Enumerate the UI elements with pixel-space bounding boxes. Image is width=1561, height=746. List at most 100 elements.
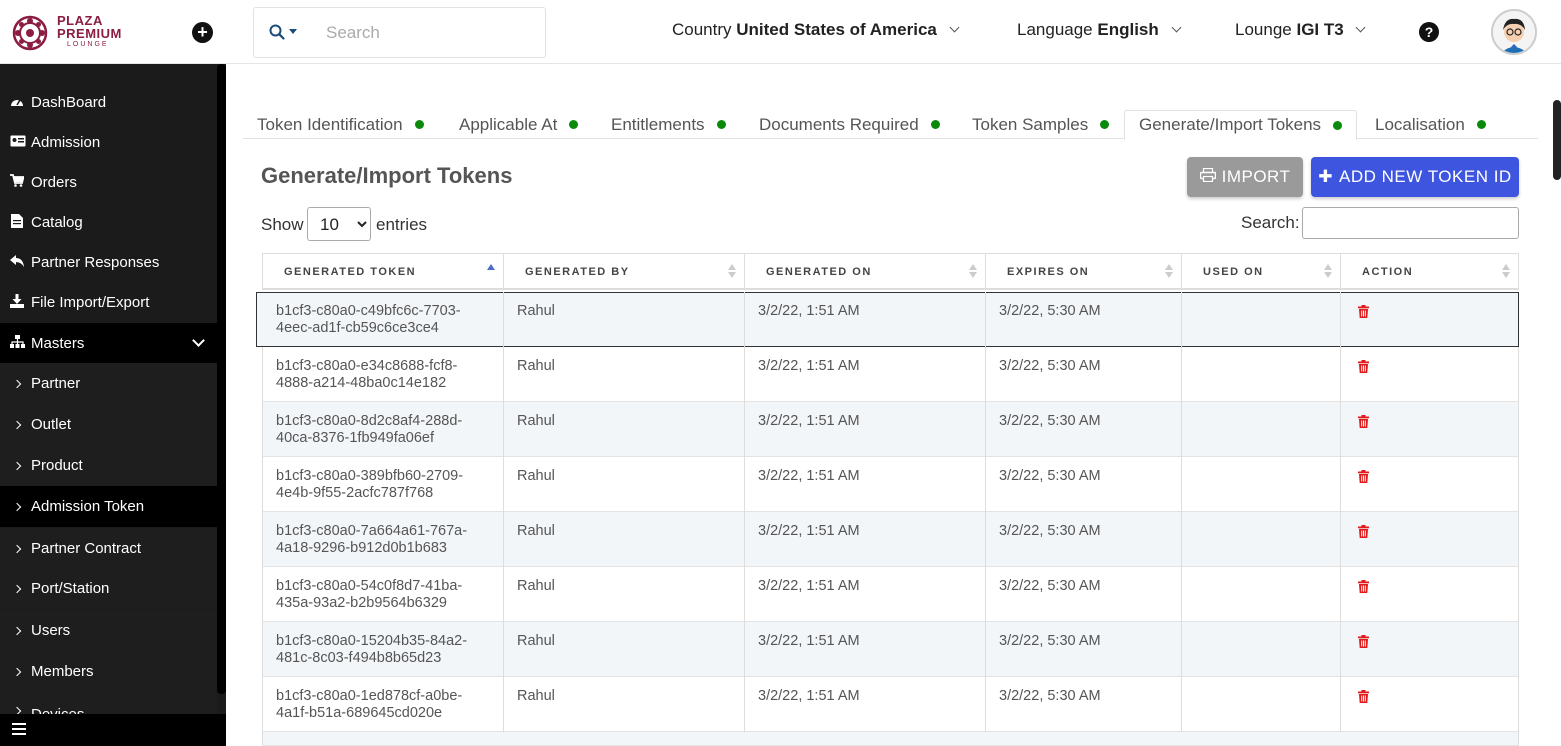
search-icon[interactable] bbox=[269, 24, 285, 40]
cell-generated-by: Rahul bbox=[504, 677, 745, 732]
table-row[interactable]: b1cf3-c80a0-54c0f8d7-41ba- 435a-93a2-b2b9… bbox=[262, 567, 1519, 622]
column-header-expires-on[interactable]: EXPIRES ON bbox=[986, 254, 1182, 289]
sidebar-item-orders[interactable]: Orders bbox=[0, 162, 217, 202]
trash-icon[interactable] bbox=[1358, 305, 1369, 322]
token-line-2: 4a18-9296-b912d0b1b683 bbox=[276, 540, 447, 556]
sort-icon bbox=[1502, 264, 1510, 280]
sidebar-item-file-import-export[interactable]: File Import/Export bbox=[0, 282, 217, 322]
plus-circle-icon[interactable]: + bbox=[192, 22, 213, 43]
add-button-label: ADD NEW TOKEN ID bbox=[1339, 167, 1512, 186]
tab-token-samples[interactable]: Token Samples bbox=[958, 110, 1123, 139]
sitemap-icon bbox=[10, 335, 25, 351]
token-line-1: b1cf3-c80a0-15204b35-84a2- bbox=[276, 633, 468, 649]
sidebar-item-catalog[interactable]: Catalog bbox=[0, 202, 217, 242]
table-header: GENERATED TOKEN GENERATED BY GENERATED O… bbox=[262, 253, 1519, 290]
top-bar: PLAZA PREMIUM LOUNGE + Country United St… bbox=[0, 0, 1561, 64]
sidebar-item-label: Orders bbox=[31, 173, 77, 191]
language-value: English bbox=[1097, 20, 1159, 39]
hamburger-menu-icon[interactable] bbox=[12, 723, 26, 738]
table-row[interactable]: b1cf3-c80a0-e34c8688-fcf8- 4888-a214-48ba… bbox=[262, 347, 1519, 402]
cell-generated-by: Rahul bbox=[504, 292, 745, 347]
sidebar-subitem-devices[interactable]: Devices bbox=[0, 692, 217, 714]
trash-icon[interactable] bbox=[1358, 415, 1369, 432]
sidebar-subitem-members[interactable]: Members bbox=[0, 651, 217, 692]
column-header-used-on[interactable]: USED ON bbox=[1182, 254, 1341, 289]
trash-icon[interactable] bbox=[1358, 360, 1369, 377]
tab-applicable-at[interactable]: Applicable At bbox=[445, 110, 592, 139]
chevron-down-icon[interactable] bbox=[192, 334, 205, 347]
token-line-1: b1cf3-c80a0-54c0f8d7-41ba- bbox=[276, 578, 463, 594]
tab-generate-import-tokens[interactable]: Generate/Import Tokens bbox=[1124, 110, 1358, 140]
token-line-2: 4eec-ad1f-cb59c6ce3ce4 bbox=[276, 320, 439, 336]
sidebar-item-admission[interactable]: Admission bbox=[0, 122, 217, 162]
table-row[interactable]: b1cf3-c80a0-7a664a61-767a- 4a18-9296-b912… bbox=[262, 512, 1519, 567]
cell-generated-by: Rahul bbox=[504, 567, 745, 622]
token-line-1: b1cf3-c80a0-8d2c8af4-288d- bbox=[276, 413, 463, 429]
reply-icon bbox=[10, 254, 24, 270]
sidebar-subitem-product[interactable]: Product bbox=[0, 445, 217, 486]
column-header-generated-token[interactable]: GENERATED TOKEN bbox=[263, 254, 504, 289]
chevron-right-icon bbox=[12, 420, 22, 429]
table-row[interactable]: b1cf3-c80a0-c49bfc6c-7703- 4eec-ad1f-cb59… bbox=[256, 292, 1519, 347]
sidebar-subitem-port-station[interactable]: Port/Station bbox=[0, 568, 217, 609]
add-new-token-button[interactable]: ✚ ADD NEW TOKEN ID bbox=[1311, 157, 1519, 197]
sidebar-item-masters[interactable]: Masters bbox=[0, 323, 217, 363]
cell-generated-token: b1cf3-c80a0-7a664a61-767a- 4a18-9296-b912… bbox=[263, 512, 504, 567]
tab-token-identification[interactable]: Token Identification bbox=[243, 110, 438, 139]
chevron-down-icon[interactable] bbox=[289, 29, 297, 34]
sidebar-subitem-label: Outlet bbox=[31, 416, 72, 433]
column-header-label: USED ON bbox=[1203, 265, 1264, 278]
plus-icon: ✚ bbox=[1318, 167, 1334, 186]
sidebar-subitem-partner[interactable]: Partner bbox=[0, 363, 217, 404]
token-line-2: 435a-93a2-b2b9564b6329 bbox=[276, 595, 447, 611]
sidebar-item-dashboard[interactable]: DashBoard bbox=[0, 82, 217, 122]
sidebar-subitem-outlet[interactable]: Outlet bbox=[0, 404, 217, 445]
sidebar-subitem-users[interactable]: Users bbox=[0, 610, 217, 651]
avatar[interactable] bbox=[1491, 9, 1537, 55]
sidebar-subitem-admission-token[interactable]: Admission Token bbox=[0, 486, 217, 527]
table-search-label: Search: bbox=[1241, 213, 1300, 232]
trash-icon[interactable] bbox=[1358, 470, 1369, 487]
table-row[interactable]: b1cf3-c80a0-1ed878cf-a0be- 4a1f-b51a-6896… bbox=[262, 677, 1519, 732]
trash-icon[interactable] bbox=[1358, 635, 1369, 652]
column-header-generated-on[interactable]: GENERATED ON bbox=[745, 254, 986, 289]
tab-localisation[interactable]: Localisation bbox=[1361, 110, 1500, 139]
trash-icon[interactable] bbox=[1358, 525, 1369, 542]
token-line-1: b1cf3-c80a0-389bfb60-2709- bbox=[276, 468, 464, 484]
global-search[interactable] bbox=[253, 7, 546, 58]
entries-per-page-select[interactable]: 10 bbox=[307, 207, 371, 241]
sidebar-subitem-label: Product bbox=[31, 457, 83, 474]
cell-generated-on: 3/2/22, 1:51 AM bbox=[745, 512, 986, 567]
sidebar-item-label: Catalog bbox=[31, 213, 83, 231]
question-circle-icon[interactable]: ? bbox=[1419, 22, 1439, 42]
trash-icon[interactable] bbox=[1358, 580, 1369, 597]
column-header-action[interactable]: ACTION bbox=[1341, 254, 1518, 289]
brand-logo[interactable]: PLAZA PREMIUM LOUNGE bbox=[12, 13, 132, 53]
cell-action bbox=[1341, 457, 1518, 512]
cell-generated-by: Rahul bbox=[504, 622, 745, 677]
language-selector[interactable]: Language English bbox=[1017, 20, 1181, 40]
import-button[interactable]: IMPORT bbox=[1187, 157, 1303, 197]
cell-expires-on: 3/2/22, 5:30 AM bbox=[986, 347, 1182, 402]
column-header-generated-by[interactable]: GENERATED BY bbox=[504, 254, 745, 289]
tab-label: Token Identification bbox=[257, 114, 403, 134]
table-row[interactable]: b1cf3-c80a0-389bfb60-2709- 4e4b-9f55-2acf… bbox=[262, 457, 1519, 512]
table-row[interactable]: b1cf3-c80a0-8d2c8af4-288d- 40ca-8376-1fb9… bbox=[262, 402, 1519, 457]
search-input[interactable] bbox=[326, 21, 526, 45]
cell-expires-on: 3/2/22, 5:30 AM bbox=[986, 512, 1182, 567]
tab-documents-required[interactable]: Documents Required bbox=[745, 110, 954, 139]
trash-icon[interactable] bbox=[1358, 690, 1369, 707]
column-header-label: GENERATED BY bbox=[525, 265, 630, 278]
cell-action bbox=[1341, 292, 1518, 347]
table-search-input[interactable] bbox=[1302, 207, 1519, 239]
page-scrollbar[interactable] bbox=[1553, 100, 1561, 180]
sidebar-subitem-partner-contract[interactable]: Partner Contract bbox=[0, 528, 217, 569]
sidebar-item-partner-responses[interactable]: Partner Responses bbox=[0, 242, 217, 282]
lounge-selector[interactable]: Lounge IGI T3 bbox=[1235, 20, 1366, 40]
country-label: Country bbox=[672, 20, 732, 39]
tab-entitlements[interactable]: Entitlements bbox=[597, 110, 740, 139]
country-selector[interactable]: Country United States of America bbox=[672, 20, 960, 40]
sidebar-scrollbar[interactable] bbox=[217, 64, 226, 694]
table-row-partial[interactable] bbox=[262, 732, 1519, 746]
table-row[interactable]: b1cf3-c80a0-15204b35-84a2- 481c-8c03-f494… bbox=[262, 622, 1519, 677]
